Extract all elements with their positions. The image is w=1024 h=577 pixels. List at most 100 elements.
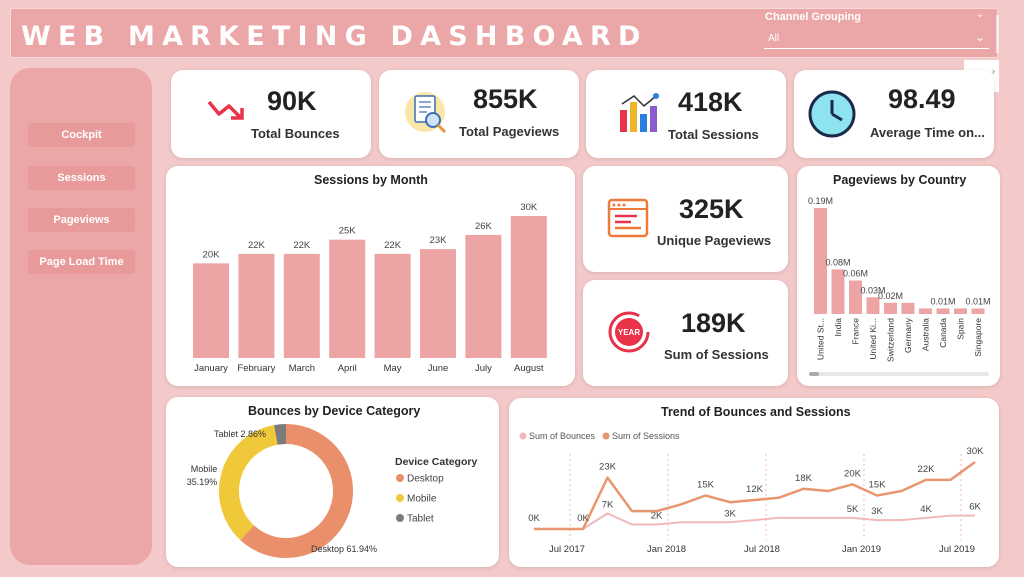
tick-label: Switzerland <box>886 318 896 362</box>
kpi-value: 418K <box>678 87 743 117</box>
bar <box>238 253 275 358</box>
nav-page-load-time-button[interactable]: Page Load Time <box>28 250 135 274</box>
bounces-by-device-chart[interactable]: Bounces by Device Category Desktop 61.94… <box>166 397 499 567</box>
slice-label: 35.19% <box>187 477 218 487</box>
data-label: 4K <box>920 504 932 515</box>
browser-window-icon <box>607 198 649 238</box>
data-label: 3K <box>724 508 736 519</box>
trend-down-icon <box>207 100 244 120</box>
pageviews-by-country-plot: 0.19M United St... 0.08M India 0.06M France 0.… <box>808 196 991 362</box>
kpi-label: Average Time on... <box>870 125 985 140</box>
tick-label: April <box>338 363 357 374</box>
chevron-right-icon[interactable]: › <box>992 66 995 76</box>
kpi-value: 325K <box>679 194 744 224</box>
nav-pageviews-button[interactable]: Pageviews <box>28 208 135 232</box>
chevron-down-icon[interactable]: ⌄ <box>975 30 985 44</box>
bar <box>510 216 547 358</box>
tick-label: United St... <box>816 318 826 360</box>
data-label: 23K <box>599 462 617 473</box>
slicer-scrollbar[interactable] <box>996 15 999 53</box>
slice-label: Mobile <box>191 464 218 474</box>
kpi-value: 189K <box>681 308 746 338</box>
legend-marker <box>396 474 404 482</box>
kpi-card-bounces[interactable]: 90K Total Bounces <box>171 70 371 158</box>
slicer-value: All <box>768 33 780 44</box>
nav-cockpit-button[interactable]: Cockpit <box>28 123 135 147</box>
nav-sessions-button[interactable]: Sessions <box>28 166 135 190</box>
channel-grouping-dropdown[interactable]: All ⌄ <box>764 29 989 49</box>
slicer-collapse-icon[interactable]: ⌄ <box>976 9 984 20</box>
tick-label: May <box>384 363 402 374</box>
sessions-by-month-plot: 20K January 22K February 22K March 25K April 22K… <box>193 202 547 374</box>
tick-label: August <box>514 363 544 374</box>
tick-label: June <box>428 363 449 374</box>
data-label: 12K <box>746 484 764 495</box>
legend-marker <box>602 432 610 440</box>
bar <box>884 302 897 314</box>
document-search-icon <box>405 92 447 134</box>
horizontal-scrollbar[interactable] <box>809 372 989 376</box>
bar <box>283 253 320 358</box>
data-label: 25K <box>339 226 357 237</box>
data-label: 30K <box>967 446 985 457</box>
sessions-by-month-chart[interactable]: Sessions by Month 20K January 22K February 2… <box>166 166 575 386</box>
page-title: WEB MARKETING DASHBOARD <box>21 21 648 52</box>
trend-line-chart[interactable]: Trend of Bounces and Sessions Jul 2017 Ja… <box>509 398 999 567</box>
bar <box>971 308 985 314</box>
tick-label: Jan 2019 <box>842 544 881 555</box>
kpi-value: 90K <box>267 86 317 116</box>
legend-marker <box>519 432 527 440</box>
bar <box>901 302 915 314</box>
tick-label: Jul 2019 <box>939 544 975 555</box>
tick-label: India <box>833 318 843 337</box>
legend-title: Device Category <box>395 456 477 468</box>
kpi-label: Unique Pageviews <box>657 233 772 248</box>
pageviews-by-country-chart[interactable]: Pageviews by Country 0.19M United St... 0.… <box>797 166 1000 386</box>
header-banner: WEB MARKETING DASHBOARD Channel Grouping… <box>10 8 999 58</box>
data-label: 15K <box>869 480 887 491</box>
bar <box>374 253 411 358</box>
slicer-label: Channel Grouping <box>765 11 861 23</box>
tick-label: Jan 2018 <box>647 544 686 555</box>
series-line <box>534 512 975 530</box>
bar <box>420 249 456 358</box>
data-label: 26K <box>475 221 493 232</box>
tick-label: Australia <box>921 318 931 351</box>
year-badge-text: YEAR <box>618 328 640 337</box>
data-label: 0.19M <box>808 196 833 206</box>
kpi-card-sessions[interactable]: 418K Total Sessions <box>586 70 786 158</box>
data-label: 0K <box>577 513 589 524</box>
bar <box>465 234 502 358</box>
slice-label: Tablet 2.86% <box>214 429 266 439</box>
legend-item: Desktop <box>407 474 444 485</box>
kpi-label: Total Sessions <box>668 127 759 142</box>
data-label: 22K <box>384 240 402 251</box>
tick-label: United Ki... <box>868 318 878 360</box>
trend-plot: Jul 2017 Jan 2018 Jul 2018 Jan 2019 Jul 2019… <box>519 431 985 555</box>
data-label: 0.02M <box>878 291 903 301</box>
kpi-card-average-time[interactable]: 98.49 Average Time on... <box>794 70 994 158</box>
data-label: 23K <box>430 235 448 246</box>
tick-label: Jul 2017 <box>549 544 585 555</box>
donut-slice <box>274 424 287 445</box>
legend-item: Sum of Bounces <box>529 431 596 441</box>
kpi-card-pageviews[interactable]: 855K Total Pageviews <box>379 70 579 158</box>
bar <box>919 308 932 314</box>
tick-label: July <box>475 363 492 374</box>
tick-label: Jul 2018 <box>744 544 780 555</box>
bar <box>193 263 229 358</box>
bar <box>954 308 967 314</box>
data-label: 18K <box>795 473 813 484</box>
scrollbar-thumb[interactable] <box>809 372 819 376</box>
kpi-card-sum-of-sessions[interactable]: YEAR 189K Sum of Sessions <box>583 280 788 386</box>
kpi-value: 98.49 <box>888 84 956 114</box>
tick-label: February <box>237 363 275 374</box>
legend-marker <box>396 494 404 502</box>
donut-slice <box>219 425 279 540</box>
kpi-card-unique-pageviews[interactable]: 325K Unique Pageviews <box>583 166 788 272</box>
data-label: 0K <box>528 513 540 524</box>
data-label: 0.08M <box>825 257 850 267</box>
data-label: 22K <box>248 240 266 251</box>
kpi-value: 855K <box>473 84 538 114</box>
data-label: 0.01M <box>930 296 955 306</box>
